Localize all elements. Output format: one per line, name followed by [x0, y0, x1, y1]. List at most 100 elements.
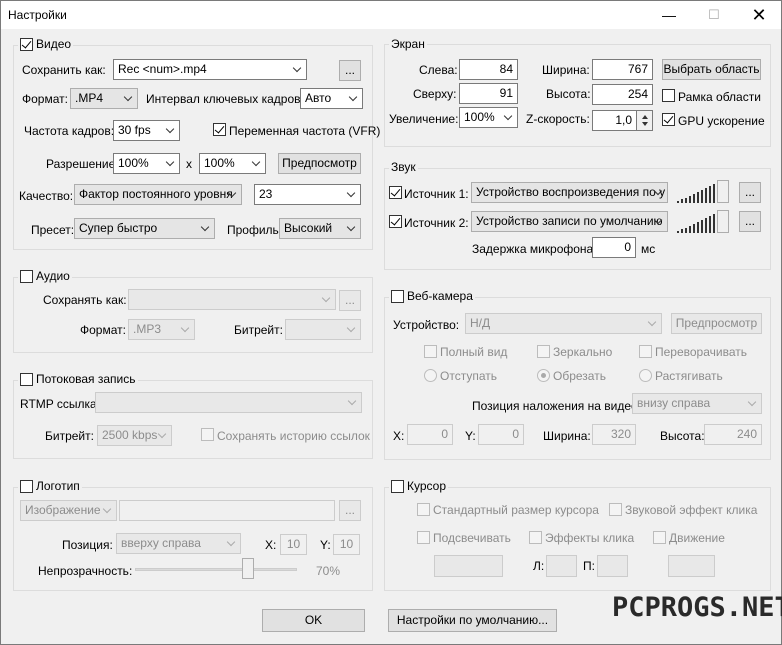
source2-browse-button[interactable]: ... — [739, 211, 761, 232]
webcam-checkbox[interactable] — [391, 289, 404, 303]
overlay-position-dropdown[interactable]: внизу справа — [632, 393, 762, 414]
audio-bitrate-dropdown[interactable] — [285, 319, 361, 340]
source1-dropdown[interactable]: Устройство воспроизведения по у — [471, 182, 668, 203]
quality-number-dropdown[interactable]: 23 — [254, 184, 361, 205]
maximize-icon[interactable]: ☐ — [700, 5, 728, 25]
defaults-button[interactable]: Настройки по умолчанию... — [388, 609, 557, 632]
vfr-checkbox[interactable] — [213, 123, 226, 136]
quality-dropdown[interactable]: Фактор постоянного уровня — [74, 184, 242, 205]
logo-y-input[interactable]: 10 — [333, 534, 360, 555]
video-format-value: .MP4 — [75, 91, 104, 105]
preset-dropdown[interactable]: Супер быстро — [74, 218, 215, 239]
select-area-button[interactable]: Выбрать область — [662, 59, 761, 80]
save-history-checkbox[interactable] — [201, 428, 214, 441]
ok-button[interactable]: OK — [262, 609, 365, 632]
webcam-x-input[interactable]: 0 — [407, 424, 453, 445]
logo-position-dropdown[interactable]: вверху справа — [116, 533, 241, 554]
audio-save-as-combo[interactable] — [128, 289, 336, 310]
left-click-color-button[interactable] — [546, 555, 577, 577]
fps-dropdown[interactable]: 30 fps — [113, 120, 180, 141]
gpu-label: GPU ускорение — [678, 114, 765, 128]
stretch-radio[interactable] — [639, 369, 652, 382]
video-checkbox[interactable] — [20, 37, 33, 51]
webcam-device-dropdown[interactable]: Н/Д — [465, 313, 662, 334]
indent-radio[interactable] — [424, 369, 437, 382]
cursor-checkbox[interactable] — [391, 479, 404, 493]
full-view-checkbox[interactable] — [424, 345, 437, 358]
profile-dropdown[interactable]: Высокий — [279, 218, 361, 239]
video-label: Видео — [36, 37, 72, 51]
screen-width-input[interactable]: 767 — [592, 59, 653, 80]
chevron-down-icon — [321, 293, 332, 306]
keyframe-dropdown[interactable]: Авто — [300, 88, 363, 109]
source2-value: Устройство записи по умолчанию — [476, 214, 663, 228]
logo-type-dropdown[interactable]: Изображение — [20, 500, 117, 521]
movement-checkbox[interactable] — [653, 531, 666, 544]
zspeed-spinner[interactable] — [637, 110, 653, 131]
flip-label: Переворачивать — [655, 345, 747, 359]
source1-checkbox[interactable] — [389, 186, 402, 199]
audio-browse-button[interactable]: ... — [339, 290, 361, 311]
stream-checkbox[interactable] — [20, 372, 33, 386]
stream-bitrate-dropdown[interactable]: 2500 kbps — [97, 425, 172, 446]
logo-browse-button[interactable]: ... — [339, 500, 361, 521]
resolution-height-dropdown[interactable]: 100% — [199, 153, 266, 174]
minimize-icon[interactable]: — — [655, 5, 683, 25]
source2-checkbox[interactable] — [389, 215, 402, 228]
screen-height-input[interactable]: 254 — [592, 84, 653, 105]
click-sound-checkbox[interactable] — [609, 503, 622, 516]
flip-checkbox[interactable] — [639, 345, 652, 358]
screen-left-input[interactable]: 84 — [459, 59, 518, 80]
stream-label: Потоковая запись — [36, 372, 136, 386]
area-frame-checkbox[interactable] — [662, 89, 675, 102]
resolution-width-dropdown[interactable]: 100% — [113, 153, 180, 174]
webcam-width-input[interactable]: 320 — [592, 424, 636, 445]
mirror-checkbox[interactable] — [537, 345, 550, 358]
rtmp-url-combo[interactable] — [95, 392, 362, 413]
source2-dropdown[interactable]: Устройство записи по умолчанию — [471, 211, 668, 232]
audio-format-dropdown[interactable]: .MP3 — [128, 319, 195, 340]
video-preview-button[interactable]: Предпосмотр — [278, 153, 361, 174]
source1-volume-thumb[interactable] — [717, 180, 729, 203]
audio-checkbox[interactable] — [20, 269, 33, 283]
preset-value: Супер быстро — [79, 221, 158, 235]
webcam-height-input[interactable]: 240 — [704, 424, 762, 445]
cursor-l-label: Л: — [533, 559, 545, 573]
highlight-checkbox[interactable] — [417, 531, 430, 544]
close-icon[interactable]: ✕ — [745, 5, 773, 25]
video-format-dropdown[interactable]: .MP4 — [70, 88, 138, 109]
mic-delay-input[interactable]: 0 — [592, 237, 636, 258]
zspeed-input[interactable]: 1,0 — [592, 110, 637, 131]
logo-x-input[interactable]: 10 — [280, 534, 307, 555]
logo-path-input[interactable] — [119, 500, 335, 521]
std-size-checkbox[interactable] — [417, 503, 430, 516]
source1-volume-icon[interactable] — [677, 183, 719, 203]
gpu-checkbox[interactable] — [662, 113, 675, 126]
source2-volume-icon[interactable] — [677, 213, 719, 233]
logo-checkbox[interactable] — [20, 479, 33, 493]
crop-radio[interactable] — [537, 369, 550, 382]
opacity-slider-track[interactable] — [135, 568, 297, 571]
screen-top-input[interactable]: 91 — [459, 83, 518, 104]
webcam-device-label: Устройство: — [393, 318, 460, 332]
source2-volume-thumb[interactable] — [717, 210, 729, 233]
webcam-y-input[interactable]: 0 — [478, 424, 524, 445]
video-save-as-value: Rec <num>.mp4 — [118, 62, 207, 76]
webcam-preview-button[interactable]: Предпросмотр — [671, 313, 762, 334]
source1-browse-button[interactable]: ... — [739, 182, 761, 203]
fps-value: 30 fps — [118, 123, 151, 137]
stream-group-header: Потоковая запись — [18, 372, 138, 386]
source1-value: Устройство воспроизведения по у — [476, 185, 666, 199]
screen-left-label: Слева: — [419, 63, 458, 77]
crop-label: Обрезать — [553, 369, 606, 383]
right-click-color-button[interactable] — [597, 555, 628, 577]
opacity-slider-thumb[interactable] — [242, 558, 255, 579]
click-fx-checkbox[interactable] — [529, 531, 542, 544]
video-save-as-combo[interactable]: Rec <num>.mp4 — [113, 59, 307, 80]
highlight-color-button[interactable] — [434, 555, 503, 577]
area-frame-label: Рамка области — [678, 90, 761, 104]
video-browse-button[interactable]: ... — [339, 60, 361, 81]
movement-color-button[interactable] — [668, 555, 715, 577]
click-sound-label: Звуковой эффект клика — [625, 503, 758, 517]
zoom-dropdown[interactable]: 100% — [459, 107, 518, 128]
